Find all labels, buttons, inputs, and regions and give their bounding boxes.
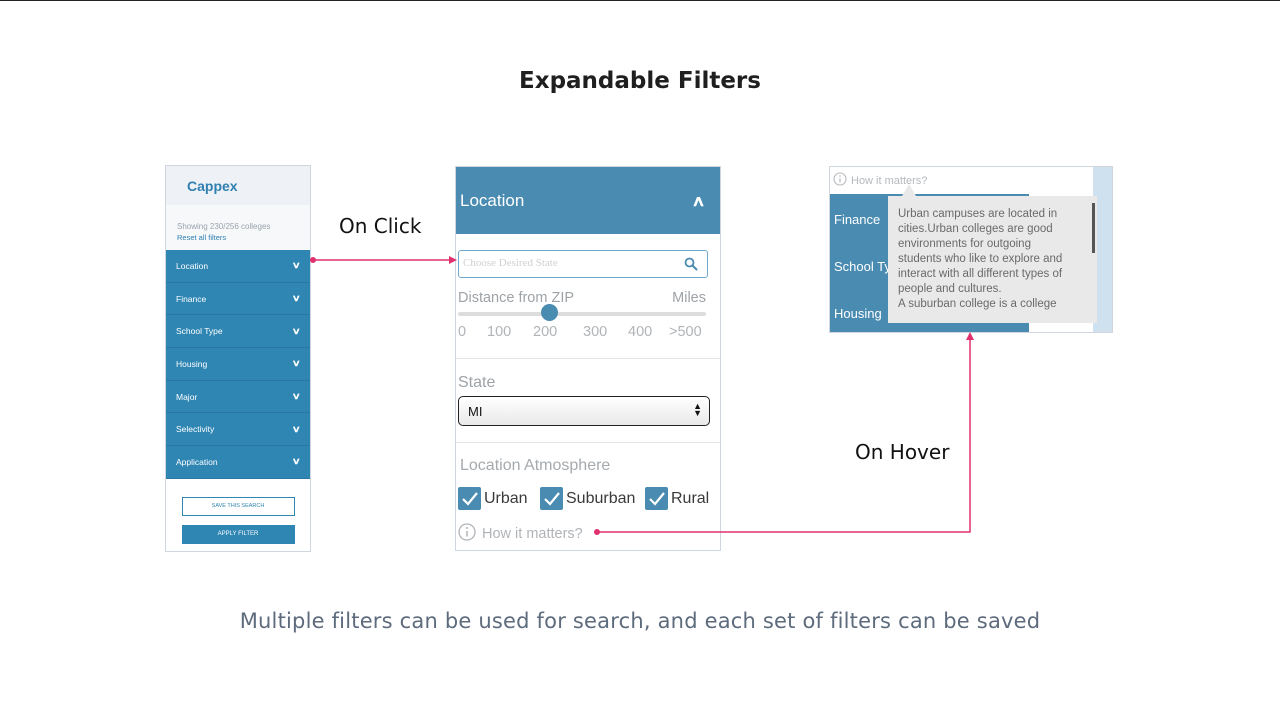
- tooltip-scrollbar[interactable]: [1092, 203, 1095, 253]
- atmosphere-options: Urban Suburban Rural: [458, 487, 720, 512]
- distance-label: Distance from ZIP: [458, 290, 575, 306]
- location-panel-title: Location: [460, 190, 525, 210]
- filter-item-finance[interactable]: Finance: [834, 212, 880, 227]
- chevron-down-icon: ∨: [292, 456, 302, 467]
- filter-item-school-type[interactable]: School Type ∨: [166, 315, 310, 349]
- info-icon: [458, 523, 476, 545]
- filter-item-finance[interactable]: Finance ∨: [166, 283, 310, 316]
- search-icon[interactable]: [684, 257, 698, 276]
- how-it-matters-link[interactable]: How it matters?: [458, 523, 583, 545]
- on-hover-label: On Hover: [855, 440, 950, 464]
- checkbox-urban[interactable]: Urban: [458, 487, 528, 510]
- location-panel-header[interactable]: Location ∧: [456, 167, 720, 234]
- state-search-box: [458, 250, 708, 278]
- tooltip-line: A suburban college is a college: [898, 298, 1057, 310]
- slider-tick: >500: [669, 324, 702, 340]
- filter-item-label: Selectivity: [176, 424, 215, 435]
- distance-unit: Miles: [672, 290, 706, 306]
- filter-item-label: Major: [176, 391, 198, 402]
- chevron-down-icon: ∨: [292, 260, 302, 271]
- reset-filters-link[interactable]: Reset all filters: [177, 233, 310, 242]
- distance-slider-thumb[interactable]: [540, 304, 558, 321]
- slider-tick: 100: [487, 324, 512, 340]
- filter-item-housing[interactable]: Housing: [834, 306, 882, 321]
- tooltip-line: people and cultures.: [898, 283, 1002, 295]
- top-rule: [0, 0, 1280, 1]
- slide-title: Expandable Filters: [519, 68, 761, 94]
- chevron-down-icon: ∨: [292, 391, 302, 402]
- sidebar-footer: SAVE THIS SEARCH APPLY FILTER: [166, 479, 310, 544]
- slider-tick: 200: [533, 324, 558, 340]
- tooltip-line: interact with all different types of: [898, 268, 1063, 280]
- sidebar-header: Cappex: [166, 166, 310, 205]
- filter-sidebar: Cappex Showing 230/256 colleges Reset al…: [165, 165, 311, 552]
- apply-filter-button[interactable]: APPLY FILTER: [181, 525, 295, 544]
- checkbox-rural[interactable]: Rural: [645, 487, 709, 510]
- filter-list: Location ∨ Finance ∨ School Type ∨ Housi…: [166, 250, 310, 479]
- on-click-label: On Click: [339, 214, 422, 238]
- state-select-value: MI: [468, 404, 483, 419]
- filter-item-label: Finance: [176, 293, 207, 304]
- checkbox-checked-icon[interactable]: [540, 487, 563, 510]
- chevron-down-icon: ∨: [292, 423, 302, 434]
- location-filter-panel: Location ∧ Distance from ZIP Miles 0 100…: [455, 166, 721, 551]
- slider-tick: 0: [458, 324, 467, 340]
- filter-item-school-type[interactable]: School Ty: [834, 259, 891, 274]
- checkbox-suburban[interactable]: Suburban: [540, 487, 635, 510]
- filter-item-label: Housing: [176, 358, 208, 369]
- hover-preview: Finance School Ty Housing How it matters…: [829, 166, 1113, 333]
- filter-item-selectivity[interactable]: Selectivity ∨: [166, 413, 310, 447]
- atmosphere-label: Location Atmosphere: [460, 457, 611, 474]
- checkbox-label: Rural: [671, 489, 710, 507]
- tooltip-arrow: [902, 184, 916, 196]
- how-it-matters-tooltip: Urban campuses are located in cities.Urb…: [888, 196, 1097, 323]
- checkbox-checked-icon[interactable]: [645, 487, 668, 510]
- tooltip-line: environments for outgoing: [898, 238, 1031, 250]
- filter-item-application[interactable]: Application ∨: [166, 446, 310, 479]
- slider-tick: 400: [628, 324, 653, 340]
- distance-slider-ticks: 0 100 200 300 400 >500: [458, 324, 706, 344]
- filter-item-label: Application: [176, 456, 218, 467]
- section-divider: [456, 442, 720, 443]
- chevron-up-icon[interactable]: ∧: [691, 192, 705, 210]
- tooltip-line: Urban campuses are located in: [898, 208, 1058, 220]
- how-it-matters-label: How it matters?: [482, 526, 583, 542]
- checkbox-label: Suburban: [566, 489, 636, 507]
- state-search-input[interactable]: [463, 257, 663, 269]
- brand-logo[interactable]: Cappex: [187, 178, 238, 194]
- results-count: Showing 230/256 colleges: [177, 222, 271, 231]
- slide-caption: Multiple filters can be used for search,…: [239, 609, 1041, 633]
- select-arrows-icon: ▲ ▼: [693, 401, 702, 418]
- info-icon: [833, 172, 847, 189]
- filter-item-label: School Type: [176, 326, 223, 337]
- distance-slider-track[interactable]: [458, 312, 706, 316]
- filter-item-label: Location: [176, 260, 209, 271]
- chevron-down-icon: ∨: [292, 293, 302, 304]
- results-summary: Showing 230/256 colleges Reset all filte…: [166, 205, 310, 250]
- chevron-down-icon: ∨: [292, 358, 302, 369]
- checkbox-checked-icon[interactable]: [458, 487, 481, 510]
- chevron-down-icon: ∨: [292, 325, 302, 336]
- filter-item-major[interactable]: Major ∨: [166, 381, 310, 414]
- slider-tick: 300: [583, 324, 608, 340]
- checkbox-label: Urban: [484, 489, 528, 507]
- state-select[interactable]: MI ▲ ▼: [458, 396, 710, 426]
- section-divider: [456, 358, 720, 359]
- filter-item-housing[interactable]: Housing ∨: [166, 348, 310, 381]
- distance-header: Distance from ZIP Miles: [458, 290, 706, 306]
- state-label: State: [458, 374, 496, 391]
- tooltip-line: cities.Urban colleges are good: [898, 223, 1053, 235]
- on-click-connector: [310, 256, 457, 264]
- tooltip-line: students who like to explore and: [898, 253, 1063, 265]
- save-search-button[interactable]: SAVE THIS SEARCH: [181, 497, 295, 516]
- filter-item-location[interactable]: Location ∨: [166, 250, 310, 283]
